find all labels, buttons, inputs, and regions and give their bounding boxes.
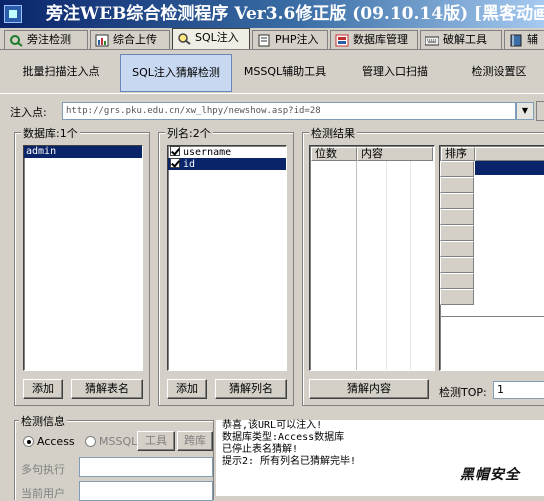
chevron-down-icon: ▼ xyxy=(521,106,529,115)
sort-grid[interactable]: 排序 xyxy=(439,145,544,371)
book-icon xyxy=(510,34,522,47)
column-name: id xyxy=(183,159,196,170)
tab-upload[interactable]: 综合上传 xyxy=(90,30,170,49)
radio-access[interactable]: Access xyxy=(23,435,75,448)
injection-url-row: 注入点: http://grs.pku.edu.cn/xw_lhpy/newsh… xyxy=(10,100,544,122)
top-input[interactable]: 1 xyxy=(493,381,544,399)
tab-sql-injection[interactable]: SQL注入 xyxy=(172,28,250,49)
columns-group-label: 列名:2个 xyxy=(165,125,213,141)
tab-label: 数据库管理 xyxy=(353,33,408,46)
current-user-label: 当前用户 xyxy=(21,487,65,500)
url-go-button[interactable] xyxy=(536,101,544,121)
row-header[interactable] xyxy=(440,241,474,257)
checkbox-checked-icon[interactable] xyxy=(170,146,180,156)
sort-selected-row[interactable] xyxy=(475,161,544,175)
tab-label: 综合上传 xyxy=(113,33,157,46)
database-list[interactable]: admin xyxy=(23,145,143,371)
chart-icon xyxy=(95,34,109,47)
multi-exec-label: 多句执行 xyxy=(21,463,65,476)
sql-guess-button[interactable]: SQL注入猜解检测 xyxy=(120,54,232,92)
row-header[interactable] xyxy=(440,225,474,241)
grid-divider xyxy=(356,161,357,370)
window-title: 旁注WEB综合检测程序 Ver3.6修正版 (09.10.14版) [黑客动画吧… xyxy=(46,4,544,24)
database-group-label: 数据库:1个 xyxy=(21,125,80,141)
database-list-item[interactable]: admin xyxy=(24,146,142,158)
results-group: 检测结果 位数 内容 排序 猜解内容 检测TOP: 1 xyxy=(302,125,544,406)
column-list-item[interactable]: username xyxy=(168,146,286,158)
admin-scan-button[interactable]: 管理入口扫描 xyxy=(340,54,450,92)
tab-sidenote-detect[interactable]: 旁注检测 xyxy=(4,30,88,49)
tab-auxiliary[interactable]: 辅 xyxy=(504,30,544,49)
tab-crack-tools[interactable]: 破解工具 xyxy=(420,30,502,49)
database-icon xyxy=(335,34,349,47)
tab-label: SQL注入 xyxy=(195,31,239,44)
column-name: username xyxy=(183,147,232,158)
sort-col-header[interactable] xyxy=(475,147,544,161)
row-header[interactable] xyxy=(440,209,474,225)
radio-access-label: Access xyxy=(37,435,75,448)
radio-selected-icon xyxy=(23,436,34,447)
radio-mssql-label: MSSQL xyxy=(99,435,138,448)
col-position-header[interactable]: 位数 xyxy=(311,147,357,161)
col-content-header[interactable]: 内容 xyxy=(357,147,433,161)
guess-columns-button[interactable]: 猜解列名 xyxy=(215,379,287,399)
tab-label: 破解工具 xyxy=(443,33,487,46)
injection-url-label: 注入点: xyxy=(10,106,47,119)
info-group-label: 检测信息 xyxy=(19,413,67,429)
tab-database-manage[interactable]: 数据库管理 xyxy=(330,30,418,49)
log-line: 已停止表名猜解! xyxy=(222,444,299,455)
log-line: 恭喜,该URL可以注入! xyxy=(222,420,323,431)
tab-label: 旁注检测 xyxy=(27,33,71,46)
grid-divider xyxy=(410,161,411,370)
mssql-tools-button[interactable]: MSSQL辅助工具 xyxy=(234,54,336,92)
sub-toolbar: 批量扫描注入点 SQL注入猜解检测 MSSQL辅助工具 管理入口扫描 检测设置区 xyxy=(0,52,544,94)
guess-tables-button[interactable]: 猜解表名 xyxy=(71,379,143,399)
row-header[interactable] xyxy=(440,257,474,273)
tab-label: 辅 xyxy=(527,33,538,46)
radio-unselected-icon xyxy=(85,436,96,447)
column-list-item[interactable]: id xyxy=(168,158,286,170)
results-group-label: 检测结果 xyxy=(309,125,357,141)
grid-divider xyxy=(386,161,387,370)
log-line: 数据库类型:Access数据库 xyxy=(222,432,345,443)
batch-scan-button[interactable]: 批量扫描注入点 xyxy=(4,54,118,92)
top-label: 检测TOP: xyxy=(439,386,487,399)
magnifier-icon xyxy=(10,35,23,47)
row-header[interactable] xyxy=(440,289,474,305)
sort-grid-divider xyxy=(440,316,544,317)
main-tab-strip: 旁注检测 综合上传 SQL注入 PHP注入 数据库管理 破解工具 辅 xyxy=(0,28,544,50)
search-icon xyxy=(178,33,191,45)
add-database-button[interactable]: 添加 xyxy=(23,379,63,399)
settings-button[interactable]: 检测设置区 xyxy=(454,54,544,92)
tab-php-injection[interactable]: PHP注入 xyxy=(252,30,328,49)
results-grid[interactable]: 位数 内容 xyxy=(309,145,435,371)
page-icon xyxy=(258,34,270,47)
sort-header[interactable]: 排序 xyxy=(441,147,475,161)
injection-url-input[interactable]: http://grs.pku.edu.cn/xw_lhpy/newshow.as… xyxy=(62,102,516,120)
row-header[interactable] xyxy=(440,177,474,193)
message-log[interactable]: 恭喜,该URL可以注入! 数据库类型:Access数据库 已停止表名猜解! 提示… xyxy=(216,420,544,496)
columns-list[interactable]: username id xyxy=(167,145,287,371)
columns-group: 列名:2个 username id 添加 猜解列名 xyxy=(158,125,294,406)
guess-content-button[interactable]: 猜解内容 xyxy=(309,379,429,399)
row-header[interactable] xyxy=(440,161,474,177)
row-header[interactable] xyxy=(440,193,474,209)
tools-button[interactable]: 工具 xyxy=(137,431,175,451)
database-group: 数据库:1个 admin 添加 猜解表名 xyxy=(14,125,150,406)
title-bar: 旁注WEB综合检测程序 Ver3.6修正版 (09.10.14版) [黑客动画吧… xyxy=(0,0,544,28)
app-icon xyxy=(4,5,22,23)
checkbox-checked-icon[interactable] xyxy=(170,158,180,168)
add-column-button[interactable]: 添加 xyxy=(167,379,207,399)
url-dropdown-button[interactable]: ▼ xyxy=(516,102,534,120)
keyboard-icon xyxy=(425,36,439,46)
current-user-input[interactable] xyxy=(79,481,213,501)
radio-mssql[interactable]: MSSQL xyxy=(85,435,137,448)
cross-db-button[interactable]: 跨库 xyxy=(177,431,213,451)
tab-label: PHP注入 xyxy=(275,33,319,46)
multi-exec-input[interactable] xyxy=(79,457,213,477)
watermark-text: 黑帽安全 xyxy=(460,467,520,483)
row-header[interactable] xyxy=(440,273,474,289)
info-group: 检测信息 Access MSSQL 工具 跨库 多句执行 当前用户 xyxy=(14,413,214,501)
